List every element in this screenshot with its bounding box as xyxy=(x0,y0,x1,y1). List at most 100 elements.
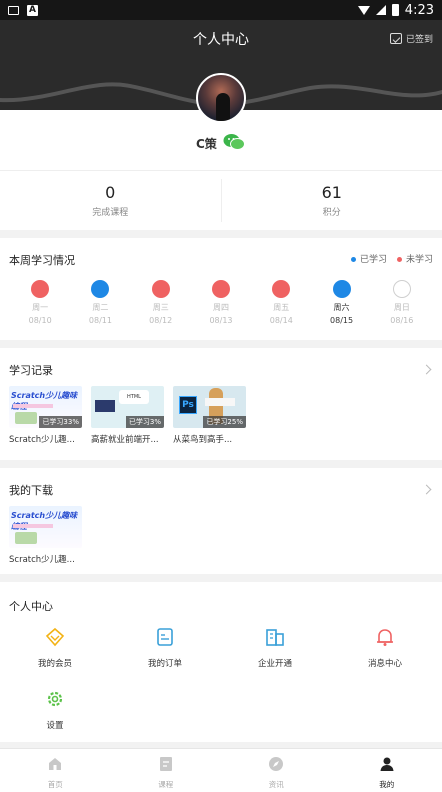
menu-message-center[interactable]: 消息中心 xyxy=(330,624,440,686)
menu-my-membership[interactable]: 我的会员 xyxy=(0,624,110,686)
legend-learned: 已学习 xyxy=(350,252,387,265)
blue-dot-icon xyxy=(350,257,356,262)
day-item: 周五 08/14 xyxy=(260,280,302,325)
downloads-list: Scratch少儿趣味编程 Scratch少儿趣... xyxy=(9,506,82,565)
section-title: 我的下载 xyxy=(9,484,53,497)
username: C策 xyxy=(196,137,217,151)
tab-mine[interactable]: 我的 xyxy=(332,749,442,792)
profile-card: C策 0 完成课程 61 积分 xyxy=(0,73,442,230)
user-icon xyxy=(380,757,394,771)
weekly-learning-section: 本周学习情况 已学习 未学习 周一 08/10 周二 08/11 周三 08/1… xyxy=(0,238,442,340)
day-name: 周一 xyxy=(32,303,49,312)
day-date: 08/15 xyxy=(330,316,354,325)
menu-my-orders[interactable]: 我的订单 xyxy=(110,624,220,686)
menu-label: 消息中心 xyxy=(367,659,402,669)
course-title: Scratch少儿趣... xyxy=(9,435,75,445)
signal-icon xyxy=(375,5,386,15)
stat-points[interactable]: 61 积分 xyxy=(220,179,442,222)
day-name: 周六 xyxy=(333,303,350,312)
personal-center-section: 个人中心 我的会员 我的订单 企业开通 消息中心 设置 xyxy=(0,582,442,742)
stat-label: 完成课程 xyxy=(92,208,129,218)
course-card[interactable]: Ps 已学习25% 从菜鸟到高手... xyxy=(173,386,246,445)
compass-icon xyxy=(269,757,284,771)
progress-badge: 已学习3% xyxy=(125,416,164,428)
tab-course[interactable]: 课程 xyxy=(111,749,222,792)
course-title: 从菜鸟到高手... xyxy=(173,435,233,445)
chevron-right-icon[interactable] xyxy=(421,364,432,375)
building-icon xyxy=(266,629,284,646)
day-name: 周日 xyxy=(393,303,410,312)
menu-label: 设置 xyxy=(46,721,64,731)
progress-badge: 已学习33% xyxy=(39,416,82,428)
day-status-dot xyxy=(31,280,50,298)
learning-history-section: 学习记录 Scratch少儿趣味编程 已学习33% Scratch少儿趣... … xyxy=(0,348,442,460)
app-notification-icon: A xyxy=(27,4,38,16)
chevron-right-icon[interactable] xyxy=(421,484,432,495)
tab-home[interactable]: 首页 xyxy=(0,749,111,792)
day-item: 周四 08/13 xyxy=(200,280,242,325)
day-item: 周二 08/11 xyxy=(79,280,121,325)
legend: 已学习 未学习 xyxy=(350,252,433,265)
day-name: 周五 xyxy=(273,303,290,312)
calendar-check-icon xyxy=(389,33,402,44)
day-status-dot xyxy=(91,280,110,298)
day-date: 08/12 xyxy=(149,316,173,325)
course-icon xyxy=(159,757,172,771)
tab-label: 资讯 xyxy=(268,780,284,789)
course-card[interactable]: Scratch少儿趣味编程 已学习33% Scratch少儿趣... xyxy=(9,386,82,445)
stat-value: 61 xyxy=(321,183,342,202)
menu-label: 企业开通 xyxy=(257,659,292,669)
menu-enterprise[interactable]: 企业开通 xyxy=(220,624,330,686)
day-status-dot xyxy=(272,280,291,298)
thumbnail-text: Scratch少儿趣味编程 xyxy=(11,391,78,411)
thumbnail-text: HTML xyxy=(119,390,149,404)
day-name: 周三 xyxy=(152,303,169,312)
status-bar: A 4:23 xyxy=(0,0,442,20)
day-item: 周一 08/10 xyxy=(19,280,61,325)
progress-badge: 已学习25% xyxy=(203,416,246,428)
stat-value: 0 xyxy=(105,183,116,202)
battery-icon xyxy=(391,4,399,16)
tab-news[interactable]: 资讯 xyxy=(221,749,332,792)
day-status-dot xyxy=(392,280,411,298)
history-list: Scratch少儿趣味编程 已学习33% Scratch少儿趣... HTML … xyxy=(9,386,246,445)
thumbnail-text: Scratch少儿趣味编程 xyxy=(11,511,78,531)
section-title: 个人中心 xyxy=(9,600,53,613)
course-card[interactable]: HTML 已学习3% 高薪就业前端开... xyxy=(91,386,164,445)
avatar[interactable] xyxy=(196,73,246,123)
order-icon xyxy=(157,628,173,646)
red-dot-icon xyxy=(396,257,402,262)
day-date: 08/16 xyxy=(390,316,414,325)
status-time: 4:23 xyxy=(404,2,434,18)
image-notification-icon xyxy=(8,5,19,15)
gear-icon xyxy=(47,691,63,707)
day-status-dot xyxy=(211,280,230,298)
page-title: 个人中心 xyxy=(193,32,249,48)
day-date: 08/14 xyxy=(269,316,293,325)
stats-row: 0 完成课程 61 积分 xyxy=(0,170,442,230)
day-status-dot xyxy=(151,280,170,298)
thumbnail-text: Ps xyxy=(179,396,197,414)
section-title: 本周学习情况 xyxy=(9,254,75,267)
course-title: 高薪就业前端开... xyxy=(91,435,159,445)
wechat-icon xyxy=(223,134,245,150)
stat-completed-courses[interactable]: 0 完成课程 xyxy=(0,171,221,230)
stat-label: 积分 xyxy=(322,208,341,218)
bell-icon xyxy=(377,629,393,646)
day-item: 周六 08/15 xyxy=(321,280,363,325)
wifi-icon xyxy=(357,5,370,15)
days-row: 周一 08/10 周二 08/11 周三 08/12 周四 08/13 周五 0… xyxy=(0,280,442,325)
course-title: Scratch少儿趣... xyxy=(9,555,75,565)
course-card[interactable]: Scratch少儿趣味编程 Scratch少儿趣... xyxy=(9,506,82,565)
day-name: 周二 xyxy=(92,303,109,312)
course-thumbnail: Scratch少儿趣味编程 已学习33% xyxy=(9,386,82,428)
menu-label: 我的订单 xyxy=(147,659,182,669)
home-icon xyxy=(49,758,62,770)
signin-button[interactable]: 已签到 xyxy=(389,32,433,45)
day-item: 周三 08/12 xyxy=(140,280,182,325)
day-item: 周日 08/16 xyxy=(381,280,423,325)
day-date: 08/13 xyxy=(209,316,233,325)
menu-label: 我的会员 xyxy=(37,659,72,669)
menu-settings[interactable]: 设置 xyxy=(0,686,110,748)
section-title: 学习记录 xyxy=(9,364,53,377)
